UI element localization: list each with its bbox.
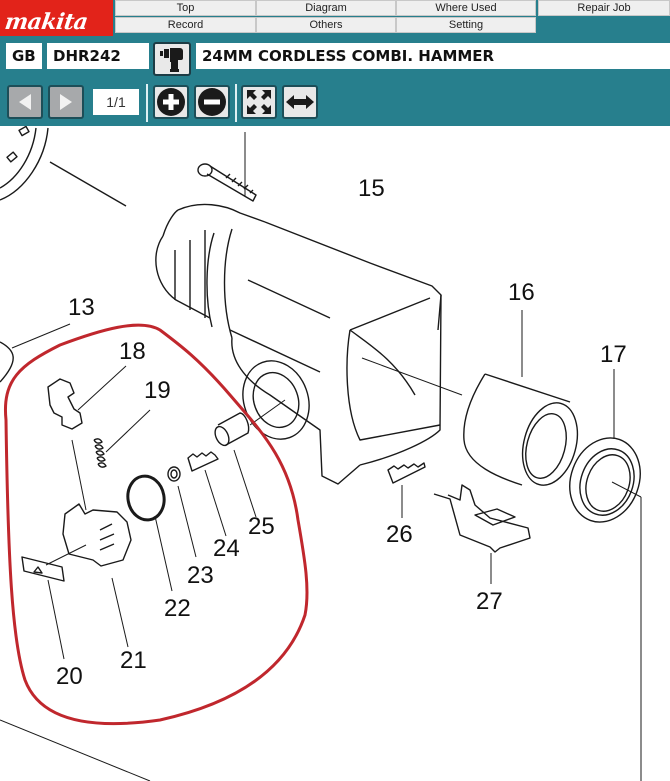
callout-18[interactable]: 18: [119, 340, 146, 364]
callout-13[interactable]: 13: [68, 296, 95, 320]
toolbar-divider: [235, 84, 237, 122]
callout-26[interactable]: 26: [386, 523, 413, 547]
callout-24[interactable]: 24: [213, 537, 240, 561]
nav-setting[interactable]: Setting: [396, 17, 536, 33]
makita-logo[interactable]: makita: [0, 0, 113, 36]
tool-description: 24MM CORDLESS COMBI. HAMMER: [196, 43, 670, 69]
nav-diagram[interactable]: Diagram: [256, 0, 396, 16]
zoom-out-button[interactable]: [194, 85, 230, 119]
region-code: GB: [6, 43, 42, 69]
nav-repair-job[interactable]: Repair Job: [538, 0, 670, 16]
spring-26-part: [387, 462, 426, 518]
switch-housing-part: [62, 503, 132, 648]
switch-button-part: [47, 365, 127, 511]
callout-17[interactable]: 17: [600, 343, 627, 367]
fit-screen-icon: [247, 90, 271, 114]
nav-where-used[interactable]: Where Used: [396, 0, 536, 16]
gear-housing-part: [155, 203, 463, 485]
callout-15[interactable]: 15: [358, 177, 385, 201]
diagram-drawing: [0, 126, 642, 781]
callout-23[interactable]: 23: [187, 564, 214, 588]
callout-27[interactable]: 27: [476, 590, 503, 614]
washer-23-part: [167, 466, 181, 482]
sleeve-part: [463, 310, 579, 486]
tool-image-button[interactable]: [153, 42, 191, 76]
logo-text: makita: [3, 9, 90, 35]
spring-19-part: [93, 409, 151, 468]
spring-24-part: [187, 451, 227, 537]
page-indicator: 1/1: [93, 89, 139, 115]
nav-top[interactable]: Top: [115, 0, 256, 16]
parts-viewer: makita Top Diagram Where Used Repair Job…: [0, 0, 670, 781]
screw-part: [197, 132, 257, 202]
zoom-out-icon: [198, 88, 226, 116]
callout-19[interactable]: 19: [144, 379, 171, 403]
plate-part: [433, 484, 531, 584]
fit-width-button[interactable]: [282, 85, 318, 119]
callout-22[interactable]: 22: [164, 597, 191, 621]
model-number: DHR242: [47, 43, 149, 69]
callout-21[interactable]: 21: [120, 649, 147, 673]
toolbar-divider: [146, 84, 148, 122]
nav-others[interactable]: Others: [256, 17, 396, 33]
zoom-in-button[interactable]: [153, 85, 189, 119]
hammer-drill-icon: [160, 48, 183, 72]
callout-20[interactable]: 20: [56, 665, 83, 689]
zoom-in-icon: [157, 88, 185, 116]
ring-gear-part: [0, 126, 127, 207]
callout-25[interactable]: 25: [248, 515, 275, 539]
switch-cover-part: [21, 544, 87, 660]
next-arrow-icon: [60, 94, 72, 110]
exploded-parts-diagram[interactable]: 13 15 16 17 18 19 20 21 22 23 24 25 26 2…: [0, 126, 670, 781]
ring-seal-part: [569, 369, 642, 781]
fit-width-icon: [286, 95, 314, 109]
nav-record[interactable]: Record: [115, 17, 256, 33]
prev-page-button[interactable]: [7, 85, 43, 119]
next-page-button[interactable]: [48, 85, 84, 119]
prev-arrow-icon: [19, 94, 31, 110]
o-ring-22-part: [126, 474, 166, 522]
fit-screen-button[interactable]: [241, 85, 277, 119]
callout-16[interactable]: 16: [508, 281, 535, 305]
pin-25-part: [214, 412, 257, 518]
